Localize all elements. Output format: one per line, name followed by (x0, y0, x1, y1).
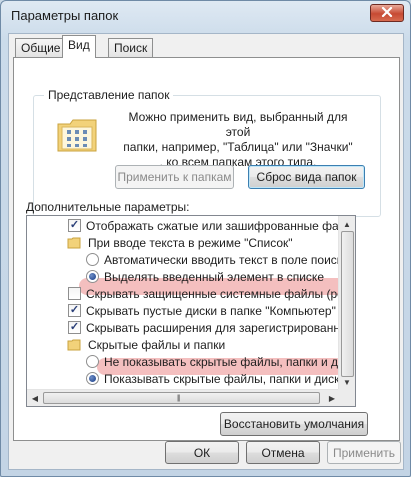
restore-defaults-button[interactable]: Восстановить умолчания (220, 412, 368, 436)
grip-icon: ||| (177, 395, 181, 402)
ok-button[interactable]: ОК (165, 441, 239, 464)
checkbox-unchecked[interactable] (68, 287, 81, 300)
tab-general[interactable]: Общие (15, 38, 67, 57)
description-line: Можно применить вид, выбранный для этой (128, 110, 348, 139)
list-item: При вводе текста в режиме "Список" (67, 234, 293, 251)
window-title: Параметры папок (11, 8, 119, 23)
reset-folders-button[interactable]: Сброс вида папок (248, 165, 365, 189)
advanced-settings-label: Дополнительные параметры: (26, 200, 190, 214)
radio-checked[interactable] (86, 372, 99, 385)
advanced-settings-list[interactable]: ✓ Отображать сжатые или зашифрованные фа… (26, 215, 356, 407)
vertical-scrollbar[interactable]: ▲ ▼ (338, 216, 355, 390)
item-label: Скрывать расширения для зарегистрированн… (86, 320, 356, 335)
list-item[interactable]: Не показывать скрытые файлы, папки и дис… (86, 353, 356, 370)
item-label: Отображать сжатые или зашифрованные файл… (86, 218, 355, 233)
folder-views-description: Можно применить вид, выбранный для этой … (118, 110, 358, 170)
vertical-scroll-thumb[interactable] (341, 231, 354, 377)
apply-to-folders-button[interactable]: Применить к папкам (115, 165, 234, 189)
list-item[interactable]: ✓ Отображать сжатые или зашифрованные фа… (68, 217, 355, 234)
folder-icon (67, 339, 81, 351)
apply-button[interactable]: Применить (327, 441, 401, 464)
item-label: Не показывать скрытые файлы, папки и дис… (104, 354, 356, 369)
checkbox-checked[interactable]: ✓ (68, 304, 81, 317)
radio-unchecked[interactable] (86, 355, 99, 368)
list-item: Скрытые файлы и папки (67, 336, 225, 353)
item-label: Скрытые файлы и папки (88, 337, 226, 352)
horizontal-scroll-thumb[interactable]: ||| (43, 392, 320, 404)
checkbox-checked[interactable]: ✓ (68, 321, 81, 334)
tab-search[interactable]: Поиск (108, 38, 154, 57)
item-label: При вводе текста в режиме "Список" (88, 235, 293, 250)
scroll-down-icon[interactable]: ▼ (339, 374, 355, 390)
close-button[interactable] (370, 4, 404, 22)
folder-views-group: Представление папок Можно применить вид,… (33, 88, 381, 217)
scroll-corner (338, 389, 355, 406)
list-item[interactable]: Автоматически вводить текст в поле поиск… (86, 251, 349, 268)
item-label: Показывать скрытые файлы, папки и диски (104, 371, 347, 386)
folder-icon (67, 237, 81, 249)
radio-checked[interactable] (86, 270, 99, 283)
item-label: Выделять введенный элемент в списке (104, 269, 324, 284)
item-label: Автоматически вводить текст в поле поиск… (104, 252, 349, 267)
description-line: папки, например, "Таблица" или "Значки" (123, 140, 353, 154)
list-item[interactable]: ✓ Скрывать расширения для зарегистрирова… (68, 319, 356, 336)
scroll-up-icon[interactable]: ▲ (339, 216, 355, 232)
item-label: Скрывать пустые диски в папке "Компьютер… (86, 303, 336, 318)
tab-view[interactable]: Вид (62, 35, 96, 58)
list-item[interactable]: ✓ Скрывать пустые диски в папке "Компьют… (68, 302, 336, 319)
radio-unchecked[interactable] (86, 253, 99, 266)
cancel-button[interactable]: Отмена (246, 441, 320, 464)
close-icon (381, 6, 393, 20)
list-item[interactable]: Скрывать защищенные системные файлы (рек… (68, 285, 356, 302)
scroll-left-icon[interactable]: ◀ (27, 390, 43, 406)
checkbox-checked[interactable]: ✓ (68, 219, 81, 232)
view-tab-panel: Представление папок Можно применить вид,… (13, 57, 400, 441)
folder-options-window: Параметры папок Общие Вид Поиск Представ… (0, 0, 411, 477)
folder-view-icon (56, 116, 98, 154)
item-label: Скрывать защищенные системные файлы (рек… (86, 286, 356, 301)
dialog-client: Общие Вид Поиск Представление папок Можн… (8, 33, 404, 470)
horizontal-scrollbar[interactable]: ◀ ||| ▶ (27, 389, 340, 406)
folder-views-group-title: Представление папок (44, 88, 174, 102)
list-item[interactable]: Выделять введенный элемент в списке (86, 268, 324, 285)
list-item[interactable]: Показывать скрытые файлы, папки и диски (86, 370, 346, 387)
